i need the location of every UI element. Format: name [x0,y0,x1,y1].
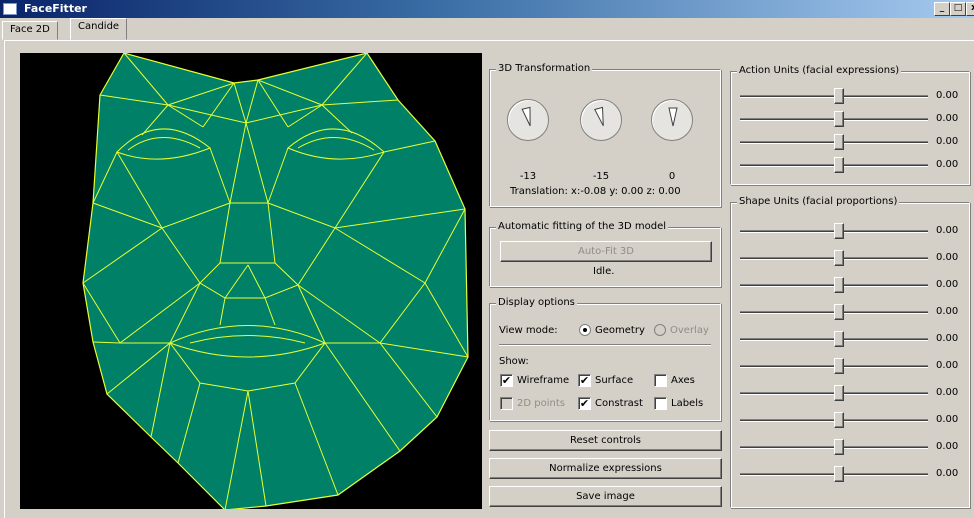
app-icon [3,3,17,15]
slider-thumb[interactable] [834,88,844,104]
axes-label: Axes [671,375,695,386]
slider-value: 0.00 [936,468,959,479]
slider-value: 0.00 [936,306,959,317]
radio-overlay[interactable] [654,324,666,336]
slider-thumb[interactable] [834,157,844,173]
checkbox-wireframe[interactable]: ✔ [500,374,513,387]
points-2d-label: 2D points [517,398,565,409]
slider-thumb[interactable] [834,331,844,347]
geometry-label: Geometry [595,325,645,336]
slider-value: 0.00 [936,113,959,124]
slider-thumb[interactable] [834,134,844,150]
tab-candide[interactable]: Candide [70,18,128,40]
checkbox-2d-points[interactable] [500,397,513,410]
autofit-title: Automatic fitting of the 3D model [496,221,669,232]
shape-unit-slider-4[interactable]: 0.00 [740,304,968,320]
slider-value: 0.00 [936,360,959,371]
dial-value-z: 0 [668,171,676,182]
window-title: FaceFitter [24,2,87,15]
reset-controls-button[interactable]: Reset controls [489,430,722,451]
slider-thumb[interactable] [834,466,844,482]
slider-thumb[interactable] [834,358,844,374]
slider-thumb[interactable] [834,304,844,320]
close-button[interactable]: x [966,2,974,16]
surface-label: Surface [595,375,634,386]
slider-thumb[interactable] [834,439,844,455]
shape-unit-slider-9[interactable]: 0.00 [740,439,968,455]
tab-face-2d[interactable]: Face 2D [2,21,58,40]
slider-value: 0.00 [936,333,959,344]
3d-viewport[interactable] [20,53,482,509]
slider-value: 0.00 [936,414,959,425]
display-separator [499,344,711,346]
radio-geometry[interactable] [579,324,591,336]
slider-value: 0.00 [936,252,959,263]
translation-readout: Translation: x:-0.08 y: 0.00 z: 0.00 [510,186,681,197]
slider-thumb[interactable] [834,412,844,428]
minimize-button[interactable]: _ [934,2,950,16]
save-image-button[interactable]: Save image [489,486,722,507]
shape-units-group: Shape Units (facial proportions) [730,196,970,508]
slider-value: 0.00 [936,136,959,147]
shape-unit-slider-8[interactable]: 0.00 [740,412,968,428]
action-unit-slider-2[interactable]: 0.00 [740,111,968,127]
normalize-expressions-button[interactable]: Normalize expressions [489,458,722,479]
wireframe-label: Wireframe [517,375,570,386]
checkbox-surface[interactable]: ✔ [578,374,591,387]
tab-bar: Face 2D Candide [0,18,974,40]
shape-unit-slider-1[interactable]: 0.00 [740,223,968,239]
checkbox-labels[interactable] [654,397,667,410]
autofit-status: Idle. [593,266,615,277]
action-unit-slider-4[interactable]: 0.00 [740,157,968,173]
checkbox-constrast[interactable]: ✔ [578,397,591,410]
title-bar: FaceFitter _ □ x [0,0,974,18]
shape-units-title: Shape Units (facial proportions) [737,196,900,207]
dial-rotation-z[interactable] [651,99,693,141]
shape-unit-slider-3[interactable]: 0.00 [740,277,968,293]
slider-thumb[interactable] [834,111,844,127]
show-label: Show: [499,356,529,367]
action-units-title: Action Units (facial expressions) [737,65,902,76]
slider-thumb[interactable] [834,277,844,293]
checkbox-axes[interactable] [654,374,667,387]
shape-unit-slider-10[interactable]: 0.00 [740,466,968,482]
dial-value-x: -13 [519,171,537,182]
shape-unit-slider-7[interactable]: 0.00 [740,385,968,401]
slider-thumb[interactable] [834,385,844,401]
action-unit-slider-1[interactable]: 0.00 [740,88,968,104]
display-options-title: Display options [496,297,577,308]
shape-unit-slider-5[interactable]: 0.00 [740,331,968,347]
auto-fit-button[interactable]: Auto-Fit 3D [500,241,712,262]
maximize-button[interactable]: □ [950,2,966,16]
slider-value: 0.00 [936,90,959,101]
shape-unit-slider-6[interactable]: 0.00 [740,358,968,374]
overlay-label: Overlay [670,325,709,336]
slider-thumb[interactable] [834,250,844,266]
dial-rotation-x[interactable] [507,99,549,141]
dial-rotation-y[interactable] [580,99,622,141]
action-unit-slider-3[interactable]: 0.00 [740,134,968,150]
slider-value: 0.00 [936,279,959,290]
slider-value: 0.00 [936,225,959,236]
shape-unit-slider-2[interactable]: 0.00 [740,250,968,266]
constrast-label: Constrast [595,398,643,409]
view-mode-label: View mode: [499,325,558,336]
slider-value: 0.00 [936,441,959,452]
labels-label: Labels [671,398,704,409]
dial-value-y: -15 [592,171,610,182]
slider-thumb[interactable] [834,223,844,239]
face-mesh [82,53,469,509]
slider-value: 0.00 [936,387,959,398]
transformation-title: 3D Transformation [496,63,593,74]
slider-value: 0.00 [936,159,959,170]
